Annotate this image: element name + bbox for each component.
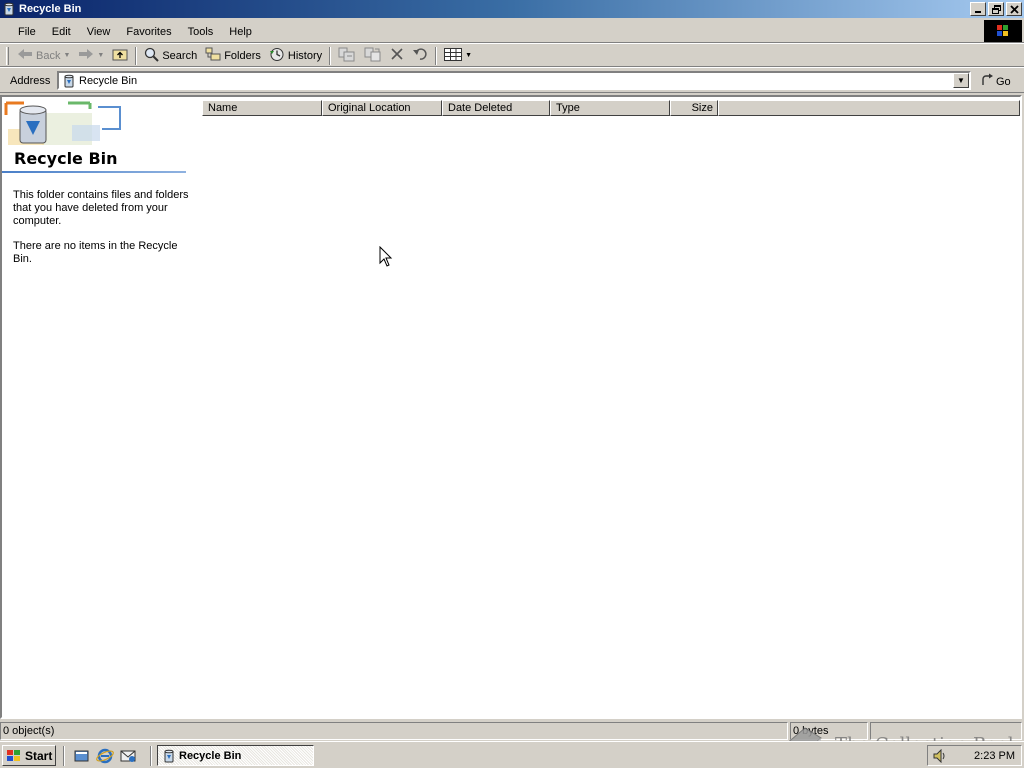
show-desktop-icon[interactable] [73,747,91,765]
column-type[interactable]: Type [550,100,670,116]
panel-empty-message: There are no items in the Recycle Bin. [13,240,178,265]
back-label: Back [36,49,61,62]
up-folder-button[interactable] [108,46,132,66]
toolbar-separator [435,46,438,65]
menu-edit[interactable]: Edit [44,24,79,40]
windows-flag-icon [6,749,22,763]
folders-button[interactable]: Folders [201,46,265,66]
views-icon [444,47,463,64]
recycle-bin-small-icon [62,74,76,88]
menu-help[interactable]: Help [221,24,260,40]
folders-icon [205,47,221,64]
recycle-bin-header-graphic [2,99,127,147]
up-folder-icon [112,47,128,64]
column-filler [718,100,1020,116]
address-dropdown-button[interactable]: ▼ [953,73,969,88]
panel-divider [2,171,186,173]
recycle-bin-icon [2,2,16,16]
window-title: Recycle Bin [19,3,82,15]
move-to-button[interactable] [334,46,360,66]
clock[interactable]: 2:23 PM [974,750,1015,762]
status-objects: 0 object(s) [0,722,788,740]
panel-title: Recycle Bin [14,149,118,168]
go-button[interactable]: Go [980,73,1011,90]
menu-bar: File Edit View Favorites Tools Help [0,21,1024,43]
menu-view[interactable]: View [79,24,119,40]
web-view-panel: Recycle Bin This folder contains files a… [2,97,192,717]
back-button[interactable]: Back ▼ [13,46,74,66]
panel-description: This folder contains files and folders t… [13,189,189,227]
forward-dropdown-icon[interactable]: ▼ [97,52,104,59]
menu-favorites[interactable]: Favorites [118,24,179,40]
taskbar-separator [150,746,152,766]
forward-arrow-icon [78,48,94,63]
column-size[interactable]: Size [670,100,718,116]
system-tray: 2:23 PM [927,745,1022,766]
folder-view: Recycle Bin This folder contains files a… [0,95,1022,719]
address-label: Address [10,74,51,87]
history-label: History [287,49,323,62]
internet-explorer-icon[interactable] [96,747,114,765]
start-label: Start [25,748,53,763]
column-name[interactable]: Name [202,100,322,116]
column-date-deleted[interactable]: Date Deleted [442,100,550,116]
toolbar-separator [135,46,138,65]
search-icon [144,47,160,65]
restore-button[interactable] [988,2,1004,16]
recycle-bin-task-icon [162,749,176,763]
forward-button[interactable]: ▼ [74,46,108,66]
volume-icon[interactable] [932,748,948,763]
copy-to-button[interactable] [360,46,386,66]
standard-toolbar: Back ▼ ▼ Search Folders History ▼ [0,45,1024,67]
column-original-location[interactable]: Original Location [322,100,442,116]
back-dropdown-icon[interactable]: ▼ [63,52,70,59]
move-to-icon [338,47,356,65]
undo-button[interactable] [408,46,432,66]
search-button[interactable]: Search [140,46,201,66]
toolbar-separator [329,46,332,65]
folders-label: Folders [224,49,261,62]
file-list[interactable]: Name Original Location Date Deleted Type… [202,100,1020,116]
undo-icon [412,47,428,64]
delete-button[interactable] [386,46,408,66]
menu-tools[interactable]: Tools [180,24,222,40]
taskbar-separator [63,746,65,766]
mouse-cursor-icon [379,245,393,271]
back-arrow-icon [17,48,33,63]
address-bar: Address Recycle Bin ▼ Go [0,69,1024,93]
views-dropdown-icon[interactable]: ▼ [465,52,472,59]
history-button[interactable]: History [265,46,326,66]
go-arrow-icon [980,73,994,90]
toolbar-grip [6,46,9,65]
search-label: Search [162,49,198,62]
title-bar: Recycle Bin [0,0,1024,18]
minimize-button[interactable] [970,2,986,16]
delete-x-icon [390,47,404,64]
views-button[interactable]: ▼ [440,46,476,66]
menu-file[interactable]: File [10,24,44,40]
windows-logo-icon [984,20,1022,42]
copy-to-icon [364,47,382,65]
start-button[interactable]: Start [2,745,56,766]
address-value: Recycle Bin [79,74,138,87]
taskbar-button-recycle-bin[interactable]: Recycle Bin [157,745,314,766]
outlook-express-icon[interactable] [119,747,137,765]
close-button[interactable] [1006,2,1022,16]
taskbar: Start Recycle Bin 2:23 PM [0,741,1024,768]
task-label: Recycle Bin [179,749,242,762]
go-label: Go [996,75,1011,88]
history-icon [269,47,285,65]
address-field[interactable]: Recycle Bin ▼ [57,71,971,90]
list-header: Name Original Location Date Deleted Type… [202,100,1020,116]
